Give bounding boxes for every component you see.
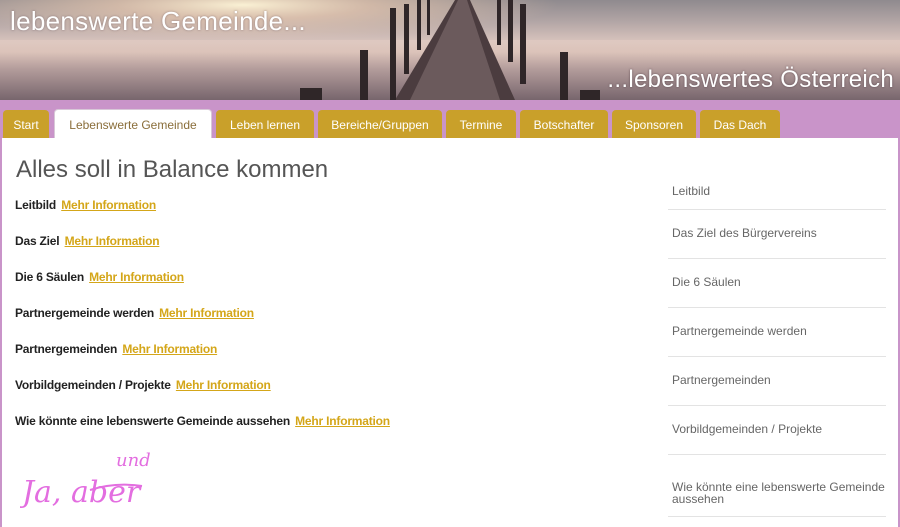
header-banner: lebenswerte Gemeinde... ...lebenswertes … — [0, 0, 900, 100]
ja-aber-logo: Ja, aber und — [16, 446, 170, 523]
site-title: lebenswerte Gemeinde... — [10, 6, 306, 36]
info-row-leitbild: Leitbild Mehr Information — [15, 198, 635, 234]
tab-start[interactable]: Start — [3, 110, 49, 138]
tab-bereiche-gruppen[interactable]: Bereiche/Gruppen — [318, 110, 442, 138]
tab-lebenswerte-gemeinde[interactable]: Lebenswerte Gemeinde — [54, 109, 212, 139]
more-info-link[interactable]: Mehr Information — [89, 270, 184, 284]
info-row-vorbildgemeinden: Vorbildgemeinden / Projekte Mehr Informa… — [15, 378, 635, 414]
sidebar-item-ziel-buergerverein[interactable]: Das Ziel des Bürgervereins — [668, 210, 886, 259]
more-info-link[interactable]: Mehr Information — [176, 378, 271, 392]
info-row-6-saeulen: Die 6 Säulen Mehr Information — [15, 270, 635, 306]
info-row-label: Partnergemeinden — [15, 342, 118, 356]
sidebar-menu: Leitbild Das Ziel des Bürgervereins Die … — [668, 168, 886, 517]
more-info-link[interactable]: Mehr Information — [295, 414, 390, 428]
page-title: Alles soll in Balance kommen — [16, 156, 329, 183]
sidebar-item-partnergemeinden[interactable]: Partnergemeinden — [668, 357, 886, 406]
more-info-link[interactable]: Mehr Information — [65, 234, 160, 248]
script-text-graphic: Ja, aber und — [16, 450, 151, 510]
script-main-text: Ja, aber — [20, 475, 142, 510]
tab-leben-lernen[interactable]: Leben lernen — [216, 110, 314, 138]
info-row-partnergemeinden: Partnergemeinden Mehr Information — [15, 342, 635, 378]
info-row-partnergemeinde-werden: Partnergemeinde werden Mehr Information — [15, 306, 635, 342]
script-top-text: und — [116, 450, 151, 471]
sidebar-item-wie-koennte[interactable]: Wie könnte eine lebenswerte Gemeinde aus… — [668, 455, 886, 517]
site-subtitle: ...lebenswertes Österreich — [607, 66, 894, 93]
info-row-label: Vorbildgemeinden / Projekte — [15, 378, 171, 392]
tab-das-dach[interactable]: Das Dach — [700, 110, 780, 138]
info-list: Leitbild Mehr Information Das Ziel Mehr … — [15, 198, 635, 450]
info-row-wie-koennte: Wie könnte eine lebenswerte Gemeinde aus… — [15, 414, 635, 450]
sidebar-item-6-saeulen[interactable]: Die 6 Säulen — [668, 259, 886, 308]
main-navigation: Start Lebenswerte Gemeinde Leben lernen … — [0, 100, 900, 139]
info-row-label: Leitbild — [15, 198, 57, 212]
sidebar-item-partnergemeinde-werden[interactable]: Partnergemeinde werden — [668, 308, 886, 357]
info-row-das-ziel: Das Ziel Mehr Information — [15, 234, 635, 270]
tab-botschafter[interactable]: Botschafter — [520, 110, 608, 138]
more-info-link[interactable]: Mehr Information — [61, 198, 156, 212]
more-info-link[interactable]: Mehr Information — [122, 342, 217, 356]
info-row-label: Das Ziel — [15, 234, 60, 248]
tab-termine[interactable]: Termine — [446, 110, 516, 138]
more-info-link[interactable]: Mehr Information — [159, 306, 254, 320]
sidebar-item-vorbildgemeinden[interactable]: Vorbildgemeinden / Projekte — [668, 406, 886, 455]
tab-sponsoren[interactable]: Sponsoren — [612, 110, 696, 138]
info-row-label: Wie könnte eine lebenswerte Gemeinde aus… — [15, 414, 290, 428]
info-row-label: Partnergemeinde werden — [15, 306, 154, 320]
content-panel: Alles soll in Balance kommen Leitbild Me… — [2, 138, 898, 527]
sidebar-item-leitbild[interactable]: Leitbild — [668, 168, 886, 210]
info-row-label: Die 6 Säulen — [15, 270, 84, 284]
